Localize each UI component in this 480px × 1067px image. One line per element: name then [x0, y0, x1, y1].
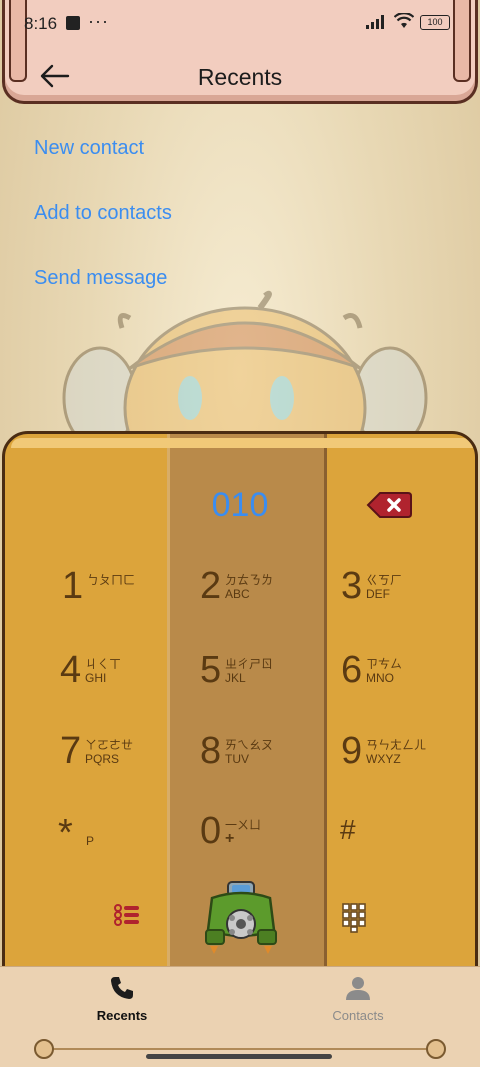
key-letters: DEF — [366, 587, 390, 601]
signal-icon — [366, 15, 384, 29]
key-digit: 6 — [341, 649, 363, 691]
key-digit: 0 — [200, 810, 222, 852]
tab-recents-label: Recents — [96, 1008, 148, 1023]
key-zhuyin: ㄉㄊㄋㄌ — [225, 573, 274, 587]
key-zhuyin: ㄐㄑㄒ — [85, 657, 122, 671]
key-7[interactable]: 7 ㄚㄛㄜㄝ PQRS — [60, 730, 200, 790]
key-zhuyin: ㄍㄎㄏ — [366, 573, 403, 587]
key-letters: WXYZ — [366, 752, 401, 766]
key-digit: 3 — [341, 565, 363, 607]
notification-icon — [66, 16, 80, 30]
key-3[interactable]: 3 ㄍㄎㄏ DEF — [341, 565, 480, 625]
key-zhuyin: ㄞㄟㄠㄡ — [225, 738, 274, 752]
wifi-icon — [394, 13, 414, 28]
tab-contacts[interactable]: Contacts — [298, 975, 418, 1023]
key-letters: + — [225, 830, 235, 847]
backspace-icon[interactable] — [366, 491, 412, 519]
send-message-link[interactable]: Send message — [34, 267, 167, 290]
menu-list-icon[interactable] — [114, 904, 140, 926]
add-to-contacts-link[interactable]: Add to contacts — [34, 202, 172, 225]
dialpad-highlight — [11, 438, 473, 448]
key-letters: P — [86, 834, 95, 848]
key-letters: JKL — [225, 671, 246, 685]
key-digit: 5 — [200, 649, 222, 691]
key-zhuyin: ㄗㄘㄙ — [366, 657, 403, 671]
key-letters: TUV — [225, 752, 249, 766]
key-digit: # — [340, 814, 356, 845]
key-4[interactable]: 4 ㄐㄑㄒ GHI — [60, 649, 200, 709]
key-digit: 2 — [200, 565, 222, 607]
tab-recents[interactable]: Recents — [62, 975, 182, 1023]
key-digit: 9 — [341, 730, 363, 772]
key-letters: PQRS — [85, 752, 120, 766]
phone-icon — [111, 977, 133, 999]
key-digit: 1 — [62, 565, 84, 607]
key-5[interactable]: 5 ㄓㄔㄕㄖ JKL — [200, 649, 340, 709]
bee-mascot-illustration — [62, 290, 428, 448]
dialpad-toggle-icon[interactable] — [342, 903, 366, 933]
status-time: 8:16 — [24, 14, 58, 33]
key-9[interactable]: 9 ㄢㄣㄤㄥㄦ WXYZ — [341, 730, 480, 790]
key-zhuyin: ㄓㄔㄕㄖ — [225, 657, 274, 671]
key-letters: MNO — [366, 671, 394, 685]
key-letters: GHI — [85, 671, 107, 685]
key-zhuyin: ㄢㄣㄤㄥㄦ — [366, 738, 427, 752]
key-digit: * — [58, 812, 73, 854]
key-digit: 8 — [200, 730, 222, 772]
battery-icon: 100 — [420, 15, 450, 30]
key-2[interactable]: 2 ㄉㄊㄋㄌ ABC — [200, 565, 340, 625]
status-bar: 8:16 ··· 100 — [0, 0, 480, 46]
key-star[interactable]: * P — [58, 812, 198, 872]
key-0[interactable]: 0 一ㄨㄩ + — [200, 810, 340, 870]
key-digit: 7 — [60, 730, 82, 772]
call-robot-button[interactable] — [202, 880, 280, 956]
more-notifications-icon: ··· — [88, 11, 109, 31]
person-icon — [346, 977, 370, 1000]
key-8[interactable]: 8 ㄞㄟㄠㄡ TUV — [200, 730, 340, 790]
key-zhuyin: ㄚㄛㄜㄝ — [85, 738, 134, 752]
key-1[interactable]: 1 ㄅㄆㄇㄈ — [62, 565, 202, 625]
bottom-navigation: Recents Contacts — [0, 966, 480, 1067]
home-indicator[interactable] — [146, 1054, 332, 1059]
key-hash[interactable]: # — [340, 810, 480, 870]
key-letters: ABC — [225, 587, 250, 601]
new-contact-link[interactable]: New contact — [34, 137, 144, 160]
page-title: Recents — [197, 64, 283, 90]
tab-contacts-label: Contacts — [332, 1008, 384, 1023]
key-zhuyin: ㄅㄆㄇㄈ — [87, 573, 136, 587]
key-digit: 4 — [60, 649, 82, 691]
key-6[interactable]: 6 ㄗㄘㄙ MNO — [341, 649, 480, 709]
